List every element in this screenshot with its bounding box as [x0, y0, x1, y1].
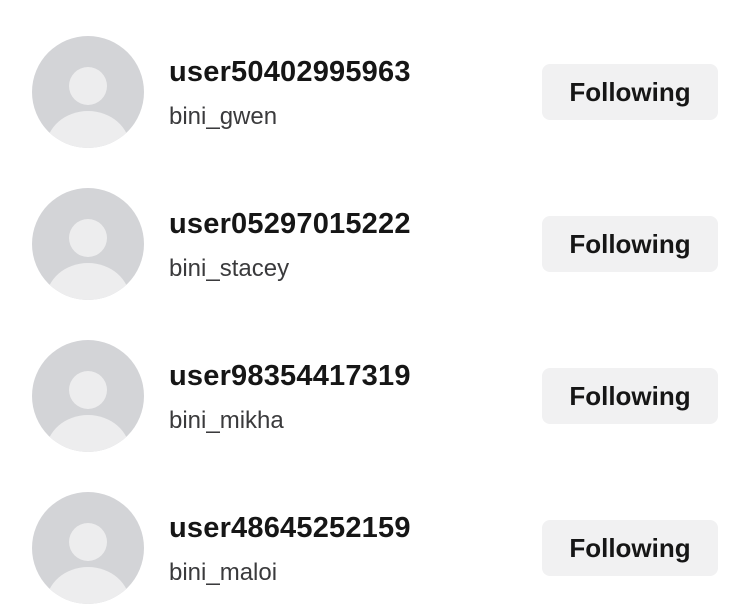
default-user-icon: [46, 67, 130, 148]
avatar[interactable]: [32, 492, 144, 604]
display-name: bini_stacey: [169, 255, 290, 282]
following-button[interactable]: Following: [542, 64, 718, 120]
list-item[interactable]: user98354417319 bini_mikha Following: [0, 340, 750, 452]
list-item[interactable]: user05297015222 bini_stacey Following: [0, 188, 750, 300]
display-name: bini_maloi: [169, 559, 278, 586]
list-item[interactable]: user48645252159 bini_maloi Following: [0, 492, 750, 604]
list-item[interactable]: user50402995963 bini_gwen Following: [0, 36, 750, 148]
username[interactable]: user98354417319: [169, 360, 411, 393]
avatar[interactable]: [32, 188, 144, 300]
username[interactable]: user48645252159: [169, 512, 411, 545]
following-button[interactable]: Following: [542, 520, 718, 576]
display-name: bini_gwen: [169, 103, 278, 130]
following-button[interactable]: Following: [542, 368, 718, 424]
following-button[interactable]: Following: [542, 216, 718, 272]
username[interactable]: user50402995963: [169, 56, 411, 89]
avatar[interactable]: [32, 36, 144, 148]
default-user-icon: [46, 219, 130, 300]
default-user-icon: [46, 371, 130, 452]
following-list: user50402995963 bini_gwen Following user…: [0, 0, 750, 615]
avatar[interactable]: [32, 340, 144, 452]
default-user-icon: [46, 523, 130, 604]
display-name: bini_mikha: [169, 407, 284, 434]
username[interactable]: user05297015222: [169, 208, 411, 241]
